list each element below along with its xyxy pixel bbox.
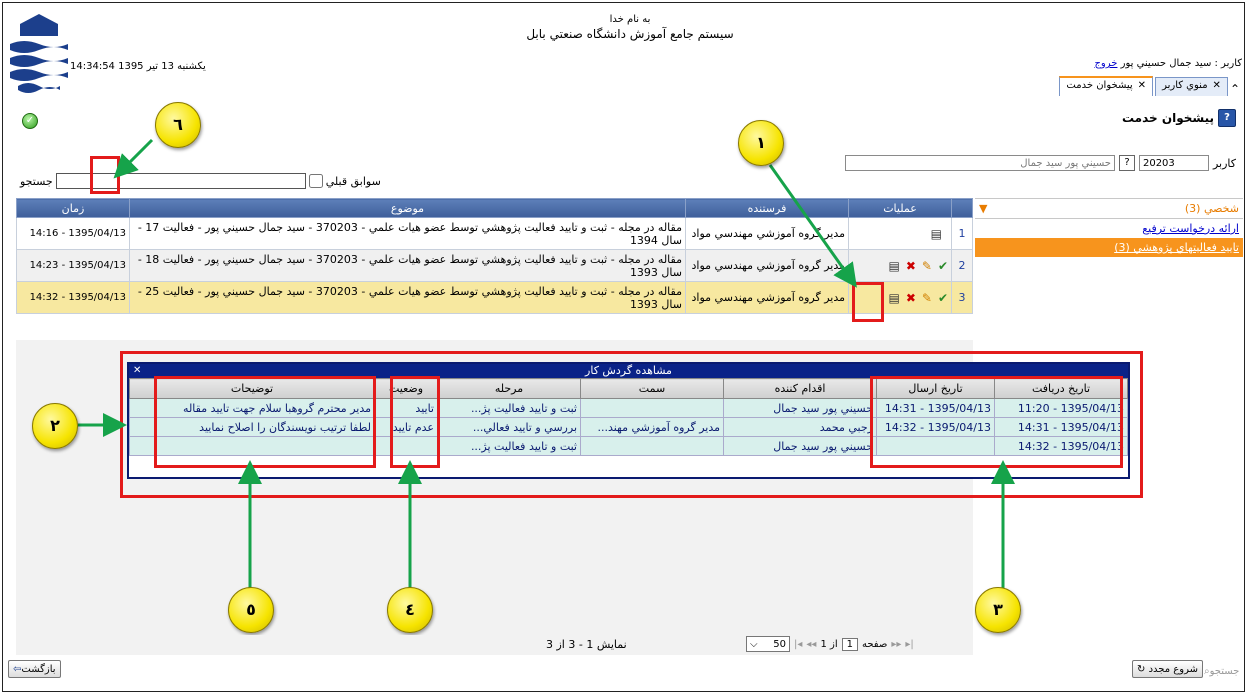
inbox-table: عمليات فرستنده موضوع زمان 1 ▤ مدير گروه … — [16, 198, 973, 314]
user-line: کاربر : سيد جمال حسيني پور خروج — [1094, 58, 1242, 69]
bismillah: به نام خدا — [609, 14, 651, 25]
user-code-input[interactable] — [1138, 155, 1209, 171]
edit-icon[interactable]: ✎ — [922, 291, 932, 305]
restart-label: شروع مجدد — [1148, 664, 1198, 675]
search-label: جستجو — [20, 174, 53, 188]
col-time: زمان — [16, 198, 130, 218]
sidebar-header-label: شخصي (3) — [1184, 202, 1239, 215]
highlight-box — [90, 156, 120, 194]
row-ops: ▤ — [848, 217, 952, 250]
sidebar: شخصي (3) ▼ ارائه درخواست ترفيع تاييد فعال… — [975, 198, 1243, 257]
tab-label: منوي کاربر — [1162, 80, 1208, 91]
row-ops: ✔ ✎ ✖ ▤ — [848, 249, 952, 282]
search-button[interactable]: ⌕جستجو — [1200, 663, 1243, 681]
tab-label: پيشخوان خدمت — [1066, 80, 1133, 91]
highlight-box — [390, 376, 440, 468]
restart-button[interactable]: ↻ شروع مجدد — [1132, 660, 1203, 678]
back-label: بازگشت — [21, 664, 56, 675]
restart-icon: ↻ — [1137, 664, 1146, 675]
page-title: ? پيشخوان خدمت — [1122, 109, 1236, 127]
row-number: 1 — [951, 217, 973, 250]
close-icon[interactable]: ✕ — [1138, 80, 1146, 91]
document-icon[interactable]: ▤ — [888, 259, 899, 273]
pager-nav: |◂ ◂◂ از 1 1 صفحه ▸▸ ▸| — [794, 638, 914, 651]
pager: نمايش 1 - 3 از 3 ⌵ 50 |◂ ◂◂ از 1 1 صفحه ▸… — [16, 635, 973, 655]
tab-bar: ⌃ ✕ منوي کاربر ✕ پيشخوان خدمت — [1059, 76, 1240, 96]
document-icon[interactable]: ▤ — [931, 227, 942, 241]
callout-2: ٢ — [32, 403, 78, 449]
page-size-select[interactable]: ⌵ 50 — [746, 636, 790, 652]
table-header-row: عمليات فرستنده موضوع زمان — [16, 198, 973, 218]
page-size-value: 50 — [773, 638, 786, 650]
check-icon: ✓ — [22, 113, 38, 129]
callout-5: ٥ — [228, 587, 274, 633]
row-time: 1395/04/13 - 14:16 — [16, 217, 130, 250]
sidebar-header[interactable]: شخصي (3) ▼ — [975, 198, 1243, 219]
chevron-down-icon: ⌵ — [750, 638, 758, 650]
row-subject: مقاله در مجله - ثبت و تاييد فعاليت پژوهش… — [129, 249, 686, 282]
callout-6: ٦ — [155, 102, 201, 148]
page-number-input[interactable]: 1 — [841, 638, 858, 651]
search-row: سوابق قبلي جستجو — [20, 173, 381, 189]
sidebar-item-research-approval[interactable]: تاييد فعاليتهاي پژوهشي (3) — [975, 238, 1243, 257]
next-page-icon[interactable]: ▸▸ — [891, 639, 901, 650]
history-checkbox[interactable] — [308, 174, 323, 188]
row-number: 2 — [951, 249, 973, 282]
last-page-icon[interactable]: ▸| — [905, 639, 913, 650]
system-header: به نام خدا سيستم جامع آموزش دانشگاه صنعت… — [480, 14, 780, 41]
callout-1: ١ — [738, 120, 784, 166]
chevron-down-icon: ▼ — [979, 202, 988, 215]
highlight-box — [154, 376, 376, 468]
user-name-field — [844, 155, 1115, 171]
col-sender: فرستنده — [685, 198, 849, 218]
close-icon[interactable]: ✕ — [1213, 80, 1221, 91]
edit-icon[interactable]: ✎ — [922, 259, 932, 273]
row-time: 1395/04/13 - 14:23 — [16, 249, 130, 282]
user-name: کاربر : سيد جمال حسيني پور — [1120, 58, 1242, 69]
history-label: سوابق قبلي — [325, 174, 381, 188]
system-title: سيستم جامع آموزش دانشگاه صنعتي بابل — [526, 27, 734, 41]
callout-4: ٤ — [387, 587, 433, 633]
tab-user-menu[interactable]: ✕ منوي کاربر — [1155, 77, 1228, 96]
callout-3: ٣ — [975, 587, 1021, 633]
tab-service-counter[interactable]: ✕ پيشخوان خدمت — [1059, 76, 1154, 96]
row-time: 1395/04/13 - 14:32 — [16, 281, 130, 314]
datetime: 14:34:54 يکشنبه 13 تير 1395 — [70, 61, 206, 72]
col-subject: موضوع — [129, 198, 686, 218]
back-button[interactable]: ⇦بازگشت — [8, 660, 61, 678]
reject-icon[interactable]: ✖ — [906, 259, 916, 273]
row-subject: مقاله در مجله - ثبت و تاييد فعاليت پژوهش… — [129, 217, 686, 250]
row-sender: مدير گروه آموزشي مهندسي مواد — [685, 249, 849, 282]
document-icon[interactable]: ▤ — [888, 291, 899, 305]
page-label: صفحه — [861, 639, 888, 650]
university-logo — [10, 14, 68, 93]
logout-link[interactable]: خروج — [1094, 58, 1117, 69]
row-subject: مقاله در مجله - ثبت و تاييد فعاليت پژوهش… — [129, 281, 686, 314]
table-row[interactable]: 3 ✔ ✎ ✖ ▤ مدير گروه آموزشي مهندسي مواد مقال… — [16, 281, 973, 314]
collapse-up-icon[interactable]: ⌃ — [1230, 82, 1240, 96]
first-page-icon[interactable]: |◂ — [794, 639, 802, 650]
highlight-box — [870, 376, 1123, 468]
sidebar-item-promotion[interactable]: ارائه درخواست ترفيع — [975, 219, 1243, 238]
col-operations: عمليات — [848, 198, 952, 218]
user-label: کاربر — [1212, 156, 1236, 170]
pager-display: نمايش 1 - 3 از 3 — [546, 638, 627, 651]
table-row[interactable]: 1 ▤ مدير گروه آموزشي مهندسي مواد مقاله د… — [16, 217, 973, 250]
user-filter: کاربر ? — [844, 155, 1236, 171]
row-sender: مدير گروه آموزشي مهندسي مواد — [685, 217, 849, 250]
row-number: 3 — [951, 281, 973, 314]
prev-page-icon[interactable]: ◂◂ — [806, 639, 816, 650]
approve-icon[interactable]: ✔ — [938, 291, 948, 305]
page-title-text: پيشخوان خدمت — [1121, 111, 1214, 125]
table-row[interactable]: 2 ✔ ✎ ✖ ▤ مدير گروه آموزشي مهندسي مواد مقال… — [16, 249, 973, 282]
reject-icon[interactable]: ✖ — [906, 291, 916, 305]
search-button-label: جستجو — [1209, 666, 1240, 677]
help-icon[interactable]: ? — [1218, 109, 1236, 127]
page-count: از 1 — [820, 639, 838, 650]
approve-icon[interactable]: ✔ — [938, 259, 948, 273]
highlight-box — [852, 282, 884, 322]
lookup-button[interactable]: ? — [1118, 155, 1135, 171]
row-sender: مدير گروه آموزشي مهندسي مواد — [685, 281, 849, 314]
